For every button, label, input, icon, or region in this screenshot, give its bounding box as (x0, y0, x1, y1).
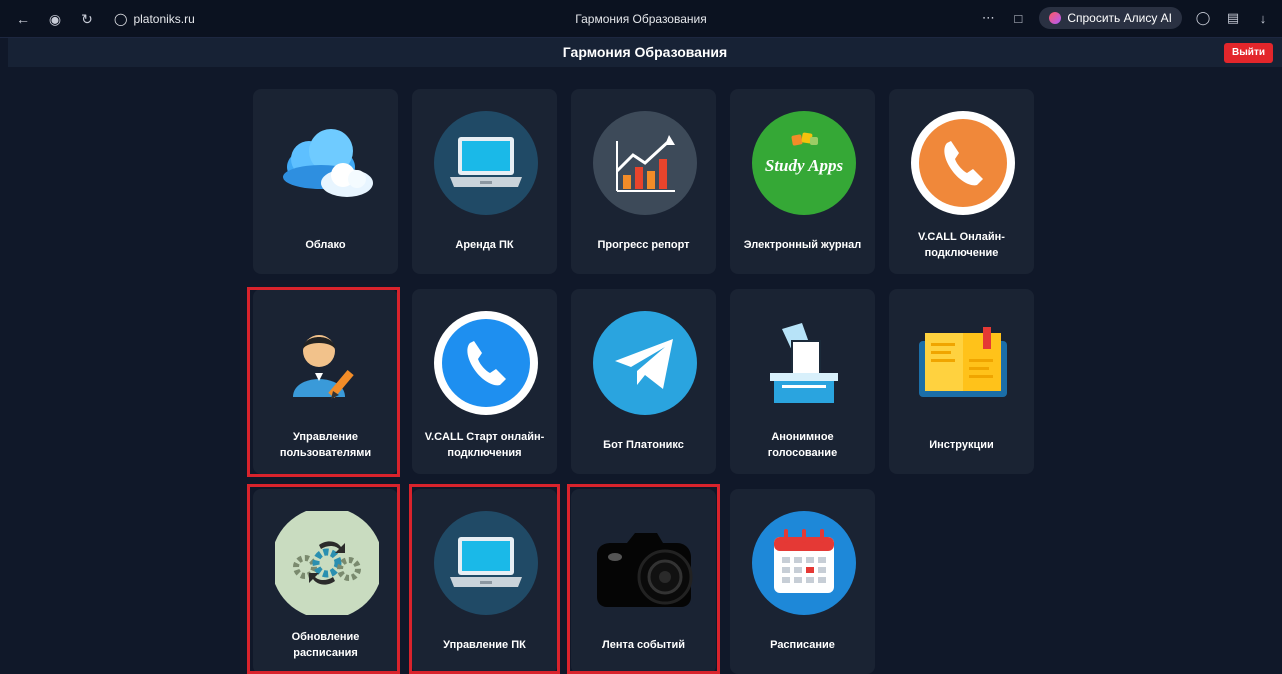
tile-label: Бот Платоникс (603, 439, 684, 451)
tile-cloud[interactable]: Облако (253, 89, 398, 274)
tile-label: Аренда ПК (455, 239, 514, 251)
tile-label: V.CALL Старт онлайн-подключения (424, 431, 545, 459)
tile-event-feed[interactable]: Лента событий (571, 489, 716, 674)
tile-label: Анонимное голосование (767, 431, 838, 459)
page-title: Гармония Образования (562, 44, 728, 60)
tile-label: Управление ПК (443, 639, 526, 651)
cloud-icon (283, 129, 373, 197)
tile-progress-report[interactable]: Прогресс репорт (571, 89, 716, 274)
download-icon[interactable]: ↓ (1254, 9, 1272, 27)
user-edit-icon (293, 335, 354, 399)
tile-instructions[interactable]: Инструкции (889, 289, 1034, 474)
extensions-icon[interactable]: ◯ (1194, 9, 1212, 27)
camera-icon (597, 533, 693, 607)
tile-label: Управление пользователями (279, 431, 372, 459)
tile-label: Расписание (770, 639, 835, 651)
alisa-icon (1049, 12, 1062, 24)
tile-vcall-start[interactable]: V.CALL Старт онлайн-подключения (412, 289, 557, 474)
services-grid: Облако Аренда ПК Прогресс репорт Study A… (253, 89, 1034, 674)
browser-toolbar: ← ◉ ↻ ◯ platoniks.ru Гармония Образовани… (0, 0, 1282, 38)
tile-label: Облако (305, 239, 346, 251)
study-apps-icon: Study Apps (752, 111, 856, 215)
ask-alisa-label: Спросить Алису AI (1067, 11, 1172, 25)
book-icon (919, 327, 1007, 397)
tile-label: Лента событий (602, 639, 685, 651)
tile-bot-platoniks[interactable]: Бот Платоникс (571, 289, 716, 474)
shield-icon: ◯ (114, 12, 128, 26)
phone-orange-icon (911, 111, 1015, 215)
telegram-icon (593, 311, 697, 415)
logout-button[interactable]: Выйти (1224, 43, 1273, 63)
tile-pc-rent[interactable]: Аренда ПК (412, 89, 557, 274)
ask-alisa-button[interactable]: Спросить Алису AI (1039, 7, 1182, 29)
more-icon[interactable]: ⋯ (979, 9, 997, 27)
app-header: Гармония Образования Выйти (8, 38, 1282, 67)
tile-anonymous-voting[interactable]: Анонимное голосование (730, 289, 875, 474)
bookmark-icon[interactable]: □ (1009, 9, 1027, 27)
extension-icon[interactable]: ◉ (46, 10, 64, 28)
study-apps-text: Study Apps (765, 156, 844, 175)
ballot-box-icon (770, 323, 838, 403)
reload-icon[interactable]: ↻ (78, 10, 96, 28)
sidebar-icon[interactable]: ▤ (1224, 9, 1242, 27)
tile-pc-management[interactable]: Управление ПК (412, 489, 557, 674)
tile-label: Инструкции (929, 439, 994, 451)
gears-icon (275, 511, 379, 615)
phone-blue-icon (434, 311, 538, 415)
tile-e-journal[interactable]: Study Apps Электронный журнал (730, 89, 875, 274)
address-bar[interactable]: ◯ platoniks.ru (114, 12, 195, 26)
tile-label: Обновление расписания (291, 631, 360, 659)
chart-icon (593, 111, 697, 215)
back-icon[interactable]: ← (14, 10, 32, 28)
laptop-icon (434, 511, 538, 615)
tile-label: V.CALL Онлайн-подключение (918, 231, 1005, 259)
tile-user-management[interactable]: Управление пользователями (253, 289, 398, 474)
address-url: platoniks.ru (133, 12, 195, 26)
tile-vcall-online[interactable]: V.CALL Онлайн-подключение (889, 89, 1034, 274)
tile-schedule[interactable]: Расписание (730, 489, 875, 674)
tile-label: Прогресс репорт (597, 239, 690, 251)
tile-schedule-update[interactable]: Обновление расписания (253, 489, 398, 674)
tile-label: Электронный журнал (743, 239, 862, 251)
calendar-icon (752, 511, 856, 615)
laptop-icon (434, 111, 538, 215)
